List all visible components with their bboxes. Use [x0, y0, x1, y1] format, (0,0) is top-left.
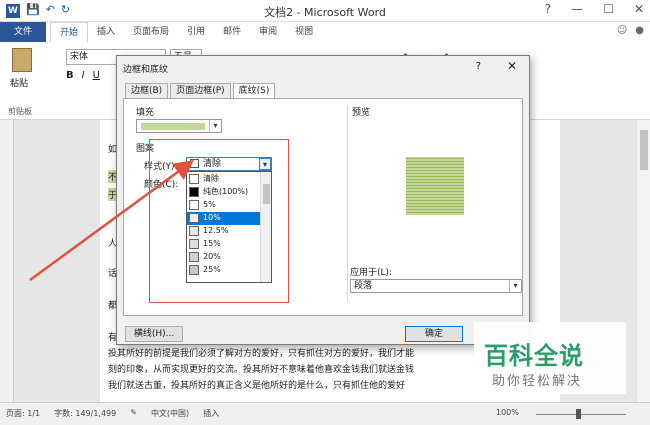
watermark-logo: 百科全说 助你轻松解决 — [474, 322, 626, 394]
watermark-sub-text: 助你轻松解决 — [492, 374, 583, 389]
watermark-main-text: 百科全说 — [484, 342, 584, 370]
